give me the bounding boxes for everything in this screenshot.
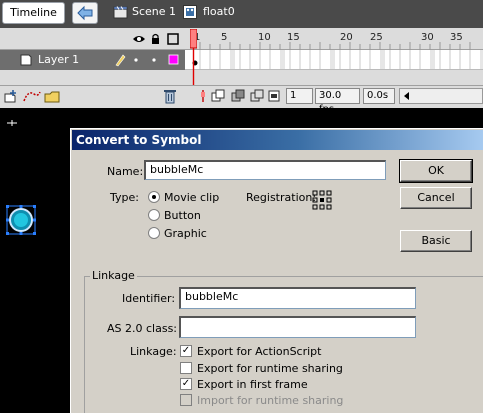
as2-class-label: AS 2.0 class: — [107, 322, 178, 335]
onion-skin-icon — [211, 89, 225, 102]
insert-layer-icon — [4, 90, 16, 103]
import-for-runtime-sharing-label: Import for runtime sharing — [197, 394, 344, 407]
ok-button[interactable]: OK — [399, 159, 473, 183]
back-button[interactable] — [72, 2, 98, 24]
ruler-number: 25 — [370, 32, 383, 43]
pencil-icon — [115, 54, 126, 67]
type-label: Type: — [110, 191, 139, 204]
export-for-runtime-sharing-label[interactable]: Export for runtime sharing — [197, 362, 343, 375]
type-button-radio[interactable] — [148, 209, 160, 221]
ruler-ticks — [199, 42, 471, 50]
outline-icon — [167, 33, 179, 45]
type-button-label[interactable]: Button — [164, 209, 201, 222]
registration-grid[interactable] — [312, 190, 332, 210]
lock-dot — [152, 58, 156, 62]
modify-onion-markers-icon — [268, 90, 280, 102]
identifier-label: Identifier: — [122, 292, 176, 305]
ruler-number: 15 — [287, 32, 300, 43]
add-motion-guide-icon — [23, 91, 41, 102]
linkage-group-title: Linkage — [90, 269, 137, 282]
layer-buttons[interactable] — [4, 88, 60, 104]
outline-color-swatch — [168, 54, 179, 65]
frame-rate-field[interactable]: 30.0 fps — [315, 88, 360, 115]
type-movie-clip-radio[interactable] — [148, 191, 160, 203]
back-arrow-icon — [77, 5, 93, 21]
name-input[interactable]: bubbleMc — [144, 160, 386, 180]
import-for-runtime-sharing-checkbox — [180, 394, 192, 406]
layer-icon — [20, 54, 32, 66]
ruler-number: 30 — [421, 32, 434, 43]
registration-crosshair-icon — [7, 120, 17, 126]
layer-header-icons — [133, 33, 179, 45]
delete-layer-icon[interactable] — [163, 88, 177, 104]
center-frame-icon — [201, 90, 205, 102]
ruler-number: 20 — [340, 32, 353, 43]
type-graphic-radio[interactable] — [148, 227, 160, 239]
bubble-graphic[interactable] — [6, 205, 36, 235]
visible-dot — [134, 58, 138, 62]
linkage-label: Linkage: — [130, 345, 177, 358]
layer-name[interactable]: Layer 1 — [38, 53, 79, 66]
registration-label: Registration: — [246, 191, 317, 204]
cancel-button[interactable]: Cancel — [400, 187, 472, 209]
as2-class-input[interactable] — [179, 316, 416, 338]
scene-breadcrumb[interactable]: Scene 1 — [132, 5, 176, 18]
eye-icon — [133, 36, 145, 42]
ruler-number: 35 — [450, 32, 463, 43]
timeline-empty-area — [0, 70, 483, 85]
elapsed-time-field: 0.0s — [363, 88, 395, 104]
ruler-number: 5 — [221, 32, 228, 43]
export-in-first-frame-checkbox[interactable]: ✓ — [180, 378, 192, 390]
frames-row[interactable] — [185, 50, 483, 70]
export-for-actionscript-label[interactable]: Export for ActionScript — [197, 345, 321, 358]
timeline-tab[interactable]: Timeline — [2, 2, 65, 24]
onion-skin-buttons[interactable] — [199, 88, 281, 104]
movieclip-breadcrumb[interactable]: float0 — [203, 5, 235, 18]
timeline-horizontal-scrollbar[interactable] — [399, 88, 483, 104]
name-label: Name: — [107, 165, 143, 178]
name-label-text: Name: — [107, 165, 144, 178]
dialog-title[interactable]: Convert to Symbol — [72, 130, 483, 150]
insert-folder-icon — [44, 91, 60, 103]
basic-button[interactable]: Basic — [400, 230, 472, 252]
ruler-number: 10 — [258, 32, 271, 43]
scroll-left-icon[interactable] — [400, 89, 414, 103]
export-for-runtime-sharing-checkbox[interactable] — [180, 362, 192, 374]
type-movie-clip-label[interactable]: Movie clip — [164, 191, 219, 204]
current-frame-field: 1 — [286, 88, 313, 104]
edit-multiple-frames-icon — [250, 89, 264, 102]
frame-ruler[interactable]: 1 5 10 15 20 25 30 35 — [185, 28, 483, 50]
lock-icon — [152, 33, 159, 44]
export-in-first-frame-label[interactable]: Export in first frame — [197, 378, 308, 391]
export-for-actionscript-checkbox[interactable]: ✓ — [180, 345, 192, 357]
identifier-input[interactable]: bubbleMc — [179, 287, 416, 309]
layer-state-icons — [115, 54, 179, 67]
type-graphic-label[interactable]: Graphic — [164, 227, 207, 240]
scene-icon — [113, 6, 128, 19]
onion-skin-outlines-icon — [231, 89, 245, 102]
movieclip-icon — [183, 5, 197, 19]
frame-cells — [185, 50, 483, 69]
